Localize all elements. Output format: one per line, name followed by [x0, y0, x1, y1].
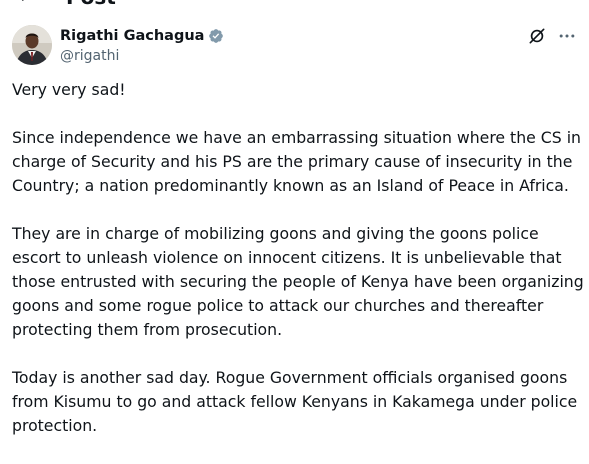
verified-badge-icon [209, 29, 224, 43]
tweet-text: Very very sad! Since independence we hav… [12, 78, 584, 462]
author-names: Rigathi Gachagua @rigathi [60, 26, 224, 66]
tweet-paragraph: Since independence we have an embarrassi… [12, 128, 581, 195]
top-bar: ← Post [0, 0, 589, 14]
author-handle[interactable]: @rigathi [60, 46, 224, 66]
avatar[interactable] [12, 25, 52, 65]
display-name[interactable]: Rigathi Gachagua [60, 26, 204, 46]
grok-icon[interactable] [527, 26, 547, 46]
display-name-row: Rigathi Gachagua [60, 26, 224, 46]
avatar-image [12, 25, 52, 65]
more-options-icon[interactable] [557, 26, 577, 46]
author-row: Rigathi Gachagua @rigathi [12, 25, 577, 69]
tweet-paragraph: Very very sad! [12, 80, 126, 99]
back-arrow-icon[interactable]: ← [18, 0, 35, 6]
tweet-paragraph: They are in charge of mobilizing goons a… [12, 224, 584, 339]
tweet-paragraph: Today is another sad day. Rogue Governme… [12, 368, 578, 435]
page-title: Post [66, 0, 116, 8]
